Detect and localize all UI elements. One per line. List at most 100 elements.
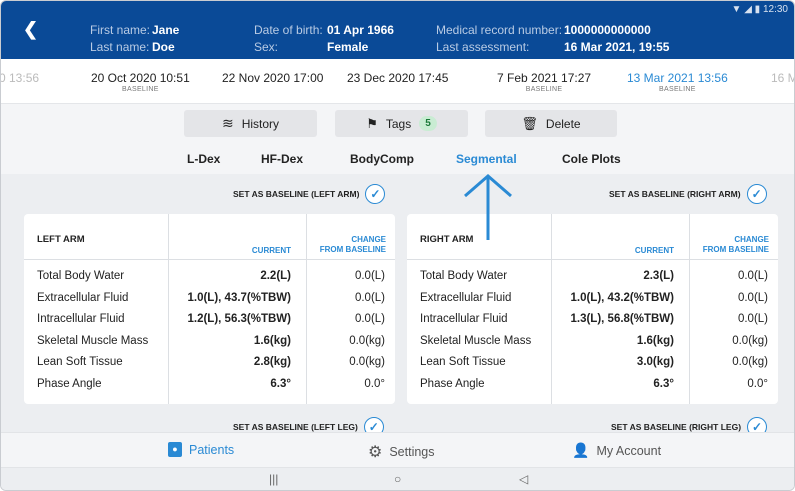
current-column-header: CURRENT (634, 246, 674, 255)
nav-patients-label: Patients (189, 442, 235, 457)
measure-name: Skeletal Muscle Mass (420, 334, 532, 347)
delete-label: Delete (545, 116, 581, 131)
gear-icon: ⚙ (368, 444, 383, 461)
status-time: 12:30 (762, 4, 788, 15)
status-bar: ▼ ◢ ▮ 12:30 (732, 4, 789, 15)
baseline-left-arm-check-icon[interactable]: ✓ (365, 184, 386, 204)
first-name-value: Jane (152, 23, 180, 37)
baseline-right-arm-check-icon[interactable]: ✓ (746, 184, 767, 204)
last-assessment-value: 16 Mar 2021, 19:55 (564, 40, 670, 54)
baseline-right-leg-label: SET AS BASELINE (RIGHT LEG) (611, 422, 742, 432)
home-button[interactable]: ○ (394, 472, 401, 486)
back-button[interactable]: ❮ (23, 19, 38, 40)
history-button[interactable]: ≋ History (184, 110, 317, 137)
system-navigation-bar: ||| ○ ◁ (1, 467, 794, 490)
measure-current: 1.3(L), 56.8(%TBW) (570, 313, 674, 325)
baseline-right-leg: SET AS BASELINE (RIGHT LEG) ✓ (611, 417, 768, 432)
measure-change: 0.0(kg) (349, 356, 385, 368)
measure-name: Phase Angle (37, 377, 102, 390)
left-arm-card: LEFT ARM CURRENT CHANGE FROM BASELINE Tot… (24, 214, 395, 404)
measure-change: 0.0° (364, 377, 385, 390)
assessment-timeline[interactable]: 0 13:56 20 Oct 2020 10:51 BASELINE 22 Nov… (1, 59, 794, 104)
table-row: Intracellular Fluid 1.3(L), 56.8(%TBW) 0.0… (407, 313, 778, 334)
dob-label: Date of birth: (254, 23, 323, 37)
measure-name: Intracellular Fluid (420, 313, 508, 325)
last-name-value: Doe (152, 40, 175, 54)
timeline-item-selected[interactable]: 13 Mar 2021 13:56 BASELINE (627, 71, 728, 93)
measure-change: 0.0(kg) (732, 356, 768, 368)
app-window: ❮ First name: Jane Last name: Doe Date o… (0, 0, 795, 491)
mrn-value: 1000000000000 (564, 23, 651, 37)
action-bar: ≋ History ⚑ Tags 5 🗑 Delete L-Dex HF-Dex… (1, 104, 794, 174)
bottom-navigation: ● Patients ⚙ Settings 👤 My Account (1, 432, 794, 467)
baseline-right-arm: SET AS BASELINE (RIGHT ARM) ✓ (609, 184, 767, 204)
table-row: Phase Angle 6.3° 0.0° (407, 378, 778, 399)
measure-name: Extracellular Fluid (420, 291, 512, 304)
table-row: Total Body Water 2.2(L) 0.0(L) (24, 270, 395, 291)
trash-icon: 🗑 (521, 115, 538, 131)
measure-name: Extracellular Fluid (37, 291, 129, 304)
measure-current: 6.3° (270, 377, 291, 390)
tags-button[interactable]: ⚑ Tags 5 (335, 110, 468, 137)
recents-button[interactable]: ||| (269, 472, 278, 486)
measure-change: 0.0(L) (737, 270, 768, 282)
tab-segmental[interactable]: Segmental (456, 152, 517, 166)
table-row: Total Body Water 2.3(L) 0.0(L) (407, 270, 778, 291)
baseline-left-leg-label: SET AS BASELINE (LEFT LEG) (233, 422, 358, 432)
timeline-item[interactable]: 20 Oct 2020 10:51 BASELINE (91, 71, 190, 93)
measure-current: 1.0(L), 43.7(%TBW) (187, 291, 291, 304)
wifi-icon: ▼ (731, 4, 742, 15)
measure-change: 0.0(L) (354, 313, 385, 325)
change-column-header: CHANGE FROM BASELINE (319, 235, 386, 254)
measure-current: 2.3(L) (643, 270, 674, 282)
first-name-label: First name: (90, 23, 151, 37)
measure-current: 6.3° (653, 377, 674, 390)
nav-settings[interactable]: ⚙ Settings (368, 442, 435, 462)
left-arm-title: LEFT ARM (37, 234, 85, 245)
tab-l-dex[interactable]: L-Dex (187, 152, 220, 166)
sex-value: Female (327, 40, 369, 54)
dob-value: 01 Apr 1966 (327, 23, 394, 37)
measure-name: Skeletal Muscle Mass (37, 334, 149, 347)
timeline-item[interactable]: 7 Feb 2021 17:27 BASELINE (497, 71, 591, 93)
nav-patients[interactable]: ● Patients (168, 442, 234, 457)
measure-current: 1.0(L), 43.2(%TBW) (570, 291, 674, 304)
change-column-header: CHANGE FROM BASELINE (702, 235, 769, 254)
arrow-left-icon: ❮ (23, 19, 39, 39)
history-chart-icon: ≋ (221, 115, 234, 131)
timeline-item[interactable]: 23 Dec 2020 17:45 (347, 71, 448, 86)
tab-hf-dex[interactable]: HF-Dex (261, 152, 303, 166)
battery-icon: ▮ (754, 4, 761, 15)
timeline-item[interactable]: 16 M (771, 71, 794, 86)
measure-name: Lean Soft Tissue (37, 356, 123, 368)
measure-change: 0.0(L) (354, 291, 385, 304)
nav-my-account[interactable]: 👤 My Account (572, 442, 661, 459)
back-nav-button[interactable]: ◁ (519, 472, 528, 486)
tab-cole-plots[interactable]: Cole Plots (562, 152, 621, 166)
timeline-item[interactable]: 22 Nov 2020 17:00 (222, 71, 323, 86)
measure-name: Phase Angle (420, 377, 485, 390)
patient-header: ❮ First name: Jane Last name: Doe Date o… (1, 1, 794, 59)
sex-label: Sex: (254, 40, 279, 54)
measure-current: 1.2(L), 56.3(%TBW) (187, 313, 291, 325)
mrn-label: Medical record number: (436, 23, 563, 37)
measure-change: 0.0(L) (737, 291, 768, 304)
baseline-left-leg: SET AS BASELINE (LEFT LEG) ✓ (233, 417, 384, 432)
baseline-left-leg-check-icon[interactable]: ✓ (363, 417, 384, 432)
last-assessment-label: Last assessment: (436, 40, 530, 54)
table-row: Intracellular Fluid 1.2(L), 56.3(%TBW) 0.0… (24, 313, 395, 334)
table-row: Extracellular Fluid 1.0(L), 43.2(%TBW) 0.0… (407, 292, 778, 313)
delete-button[interactable]: 🗑 Delete (485, 110, 617, 137)
current-column-header: CURRENT (251, 246, 291, 255)
measure-current: 2.2(L) (260, 270, 291, 282)
measure-name: Intracellular Fluid (37, 313, 125, 325)
measure-current: 1.6(kg) (253, 334, 291, 347)
annotation-arrow-icon (464, 174, 512, 240)
person-icon: 👤 (572, 442, 590, 458)
tab-bodycomp[interactable]: BodyComp (350, 152, 414, 166)
baseline-right-leg-check-icon[interactable]: ✓ (747, 417, 768, 432)
history-label: History (241, 116, 280, 131)
measure-name: Lean Soft Tissue (420, 356, 506, 368)
timeline-item[interactable]: 0 13:56 (1, 71, 39, 86)
last-name-label: Last name: (90, 40, 150, 54)
